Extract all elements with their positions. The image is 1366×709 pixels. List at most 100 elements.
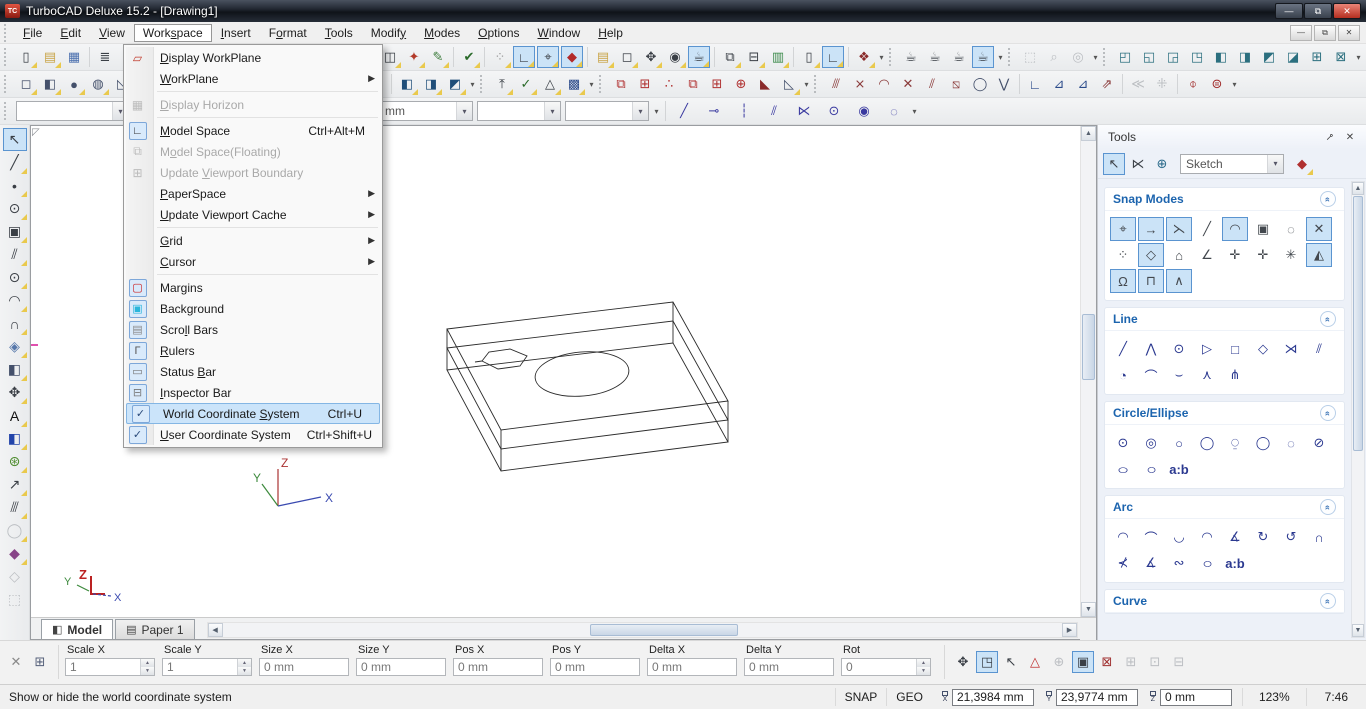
line-tangent-to-arc-icon[interactable]: ◔ xyxy=(1110,363,1136,387)
view-iso-nw-icon[interactable]: ◪ xyxy=(1282,46,1304,68)
move-tool-icon[interactable]: ✥ xyxy=(3,381,27,404)
shrink-circle-icon[interactable]: ◯ xyxy=(969,73,991,95)
chevron-down-icon[interactable]: ▾ xyxy=(544,102,560,120)
geo-circle-icon[interactable]: ⊙ xyxy=(820,100,848,122)
selection-info-icon[interactable]: ⊞ xyxy=(29,651,51,673)
toolbar-grip[interactable] xyxy=(4,75,11,93)
view-right-icon[interactable]: ◳ xyxy=(1186,46,1208,68)
geo-parallel-icon[interactable]: ⫽ xyxy=(760,100,788,122)
line-tangent-from-arc-icon[interactable]: ⌒ xyxy=(1138,363,1164,387)
trim-tool-icon[interactable]: ⫻ xyxy=(3,496,27,519)
boolean-subtract-icon[interactable]: ◨ xyxy=(420,73,442,95)
snap-ortho-icon[interactable]: ⊓ xyxy=(1138,269,1164,293)
spinner-control[interactable]: ▲▼ xyxy=(916,659,930,675)
snap-toggle[interactable]: SNAP xyxy=(835,688,887,706)
circle-center-point-icon[interactable]: ⊙ xyxy=(1110,431,1136,455)
snap-aperture-icon[interactable]: ⌖ xyxy=(537,46,559,68)
render-hidden-line-icon[interactable]: ☕ xyxy=(924,46,946,68)
flyout-arrow-icon[interactable]: ▾ xyxy=(467,73,478,95)
text-tool-icon[interactable]: A xyxy=(3,404,27,427)
snap-magnetic-point-icon[interactable]: ⌖ xyxy=(1110,217,1136,241)
menu-item-update-viewport-cache[interactable]: Update Viewport Cache▶ xyxy=(124,204,382,225)
collapse-chevron-icon[interactable]: « xyxy=(1320,405,1336,421)
edit-polyline-icon[interactable]: ⊿ xyxy=(1048,73,1070,95)
pin-icon[interactable]: ⊸ xyxy=(1322,129,1338,145)
scatter-copy-icon[interactable]: ∴ xyxy=(658,73,680,95)
menubar-grip[interactable] xyxy=(4,24,11,42)
menu-edit[interactable]: Edit xyxy=(51,24,90,42)
hatch-icon[interactable]: ▩ xyxy=(563,73,585,95)
save-icon[interactable]: ▦ xyxy=(63,46,85,68)
sketch-mode-dropdown[interactable]: Sketch▾ xyxy=(1180,154,1284,174)
rot-input[interactable]: 0▲▼ xyxy=(841,658,931,676)
trim-icon[interactable]: ⫻ xyxy=(825,73,847,95)
copy-entities-icon[interactable]: ⧉ xyxy=(610,73,632,95)
line-rectangle-icon[interactable]: □ xyxy=(1222,337,1248,361)
linear-array-icon[interactable]: ⊞ xyxy=(634,73,656,95)
explode-curve-icon[interactable]: ⌽ xyxy=(1182,73,1204,95)
workspace-bar-icon[interactable]: ⊟ xyxy=(743,46,765,68)
toolbar-grip[interactable] xyxy=(4,102,11,120)
arc-tangent-point-icon[interactable]: ⊀ xyxy=(1110,551,1136,575)
toolbar-grip[interactable] xyxy=(480,75,487,93)
view-iso-sw-icon[interactable]: ⊠ xyxy=(1330,46,1352,68)
render-icon[interactable]: ☕ xyxy=(688,46,710,68)
spinner-control[interactable]: ▲▼ xyxy=(237,659,251,675)
menu-tools[interactable]: Tools xyxy=(316,24,362,42)
panel-scroll-down-icon[interactable]: ▼ xyxy=(1352,624,1364,637)
close-button[interactable]: ✕ xyxy=(1333,3,1361,19)
snap-nearest-icon[interactable]: ╱ xyxy=(1194,217,1220,241)
menu-item-cursor[interactable]: Cursor▶ xyxy=(124,251,382,272)
menu-item-world-coordinate-system[interactable]: ✓World Coordinate SystemCtrl+U xyxy=(126,403,380,424)
curve-tool-icon[interactable]: ∩ xyxy=(3,312,27,335)
scroll-left-arrow-icon[interactable]: ◀ xyxy=(208,623,223,637)
toolbar-grip[interactable] xyxy=(1103,48,1110,66)
chamfer-icon[interactable]: ✕ xyxy=(897,73,919,95)
geo-segment-icon[interactable]: ⊸ xyxy=(700,100,728,122)
delta-x-input[interactable]: 0 mm xyxy=(647,658,737,676)
snap-grid-icon[interactable]: ⁘ xyxy=(489,46,511,68)
menu-item-status-bar[interactable]: ▭Status Bar xyxy=(124,361,382,382)
snap-magnet-icon[interactable]: Ω xyxy=(1110,269,1136,293)
camera-tool-icon[interactable]: ↗ xyxy=(3,473,27,496)
line-width-combo[interactable]: 0 mm▾ xyxy=(369,101,473,121)
menu-item-inspector-bar[interactable]: ⊟Inspector Bar xyxy=(124,382,382,403)
arc-tangent-to-line-icon[interactable]: ∡ xyxy=(1222,525,1248,549)
point-tool-icon[interactable]: • xyxy=(3,174,27,197)
menu-item-paperspace[interactable]: PaperSpace▶ xyxy=(124,183,382,204)
pos-x-input[interactable]: 0 mm xyxy=(453,658,543,676)
edit-mode-icon[interactable]: ⋉ xyxy=(1127,153,1149,175)
select-mode-icon[interactable]: ↖ xyxy=(1103,153,1125,175)
pos-y-input[interactable]: 0 mm xyxy=(550,658,640,676)
offset-icon[interactable]: ⫽ xyxy=(921,73,943,95)
circle-triple-point-icon[interactable]: ◯ xyxy=(1194,431,1220,455)
menu-file[interactable]: File xyxy=(14,24,51,42)
open-window-mode-icon[interactable]: △ xyxy=(1024,651,1046,673)
arc-concentric-icon[interactable]: ⌒ xyxy=(1138,525,1164,549)
paint-bucket-icon[interactable]: ◆ xyxy=(561,46,583,68)
array-copy-icon[interactable]: ⊞ xyxy=(706,73,728,95)
ellipse-tool-icon[interactable]: ⊙ xyxy=(3,266,27,289)
fillet-icon[interactable]: ◠ xyxy=(873,73,895,95)
menu-window[interactable]: Window xyxy=(529,24,590,42)
geo-circle2-icon[interactable]: ◉ xyxy=(850,100,878,122)
y-coordinate-input[interactable]: 23,9774 mm xyxy=(1056,689,1138,706)
new-file-icon[interactable]: ▯ xyxy=(15,46,37,68)
flyout-arrow-icon[interactable]: ▾ xyxy=(995,46,1006,68)
parallel-tool-icon[interactable]: ⫽ xyxy=(3,243,27,266)
fillet-corner-icon[interactable]: ∟ xyxy=(1024,73,1046,95)
snap-arc-center-icon[interactable]: ◠ xyxy=(1222,217,1248,241)
line-parallel-icon[interactable]: ⫽ xyxy=(1306,337,1332,361)
snap-radial-icon[interactable]: ✳ xyxy=(1278,243,1304,267)
vertical-scroll-thumb[interactable] xyxy=(1082,314,1095,380)
flyout-arrow-icon[interactable]: ▾ xyxy=(651,100,662,122)
spell-check-icon[interactable]: ✔ xyxy=(458,46,480,68)
line-perpendicular-icon[interactable]: ⋊ xyxy=(1278,337,1304,361)
arc-start-end-icon[interactable]: ◡ xyxy=(1166,525,1192,549)
copy-sheet-icon[interactable]: ⧉ xyxy=(719,46,741,68)
collapse-chevron-icon[interactable]: « xyxy=(1320,593,1336,609)
camera-icon[interactable]: ◉ xyxy=(664,46,686,68)
eraser-tool-icon[interactable]: ◆ xyxy=(3,542,27,565)
panel-close-icon[interactable]: ✕ xyxy=(1342,129,1358,145)
print-icon[interactable]: ≣ xyxy=(94,46,116,68)
